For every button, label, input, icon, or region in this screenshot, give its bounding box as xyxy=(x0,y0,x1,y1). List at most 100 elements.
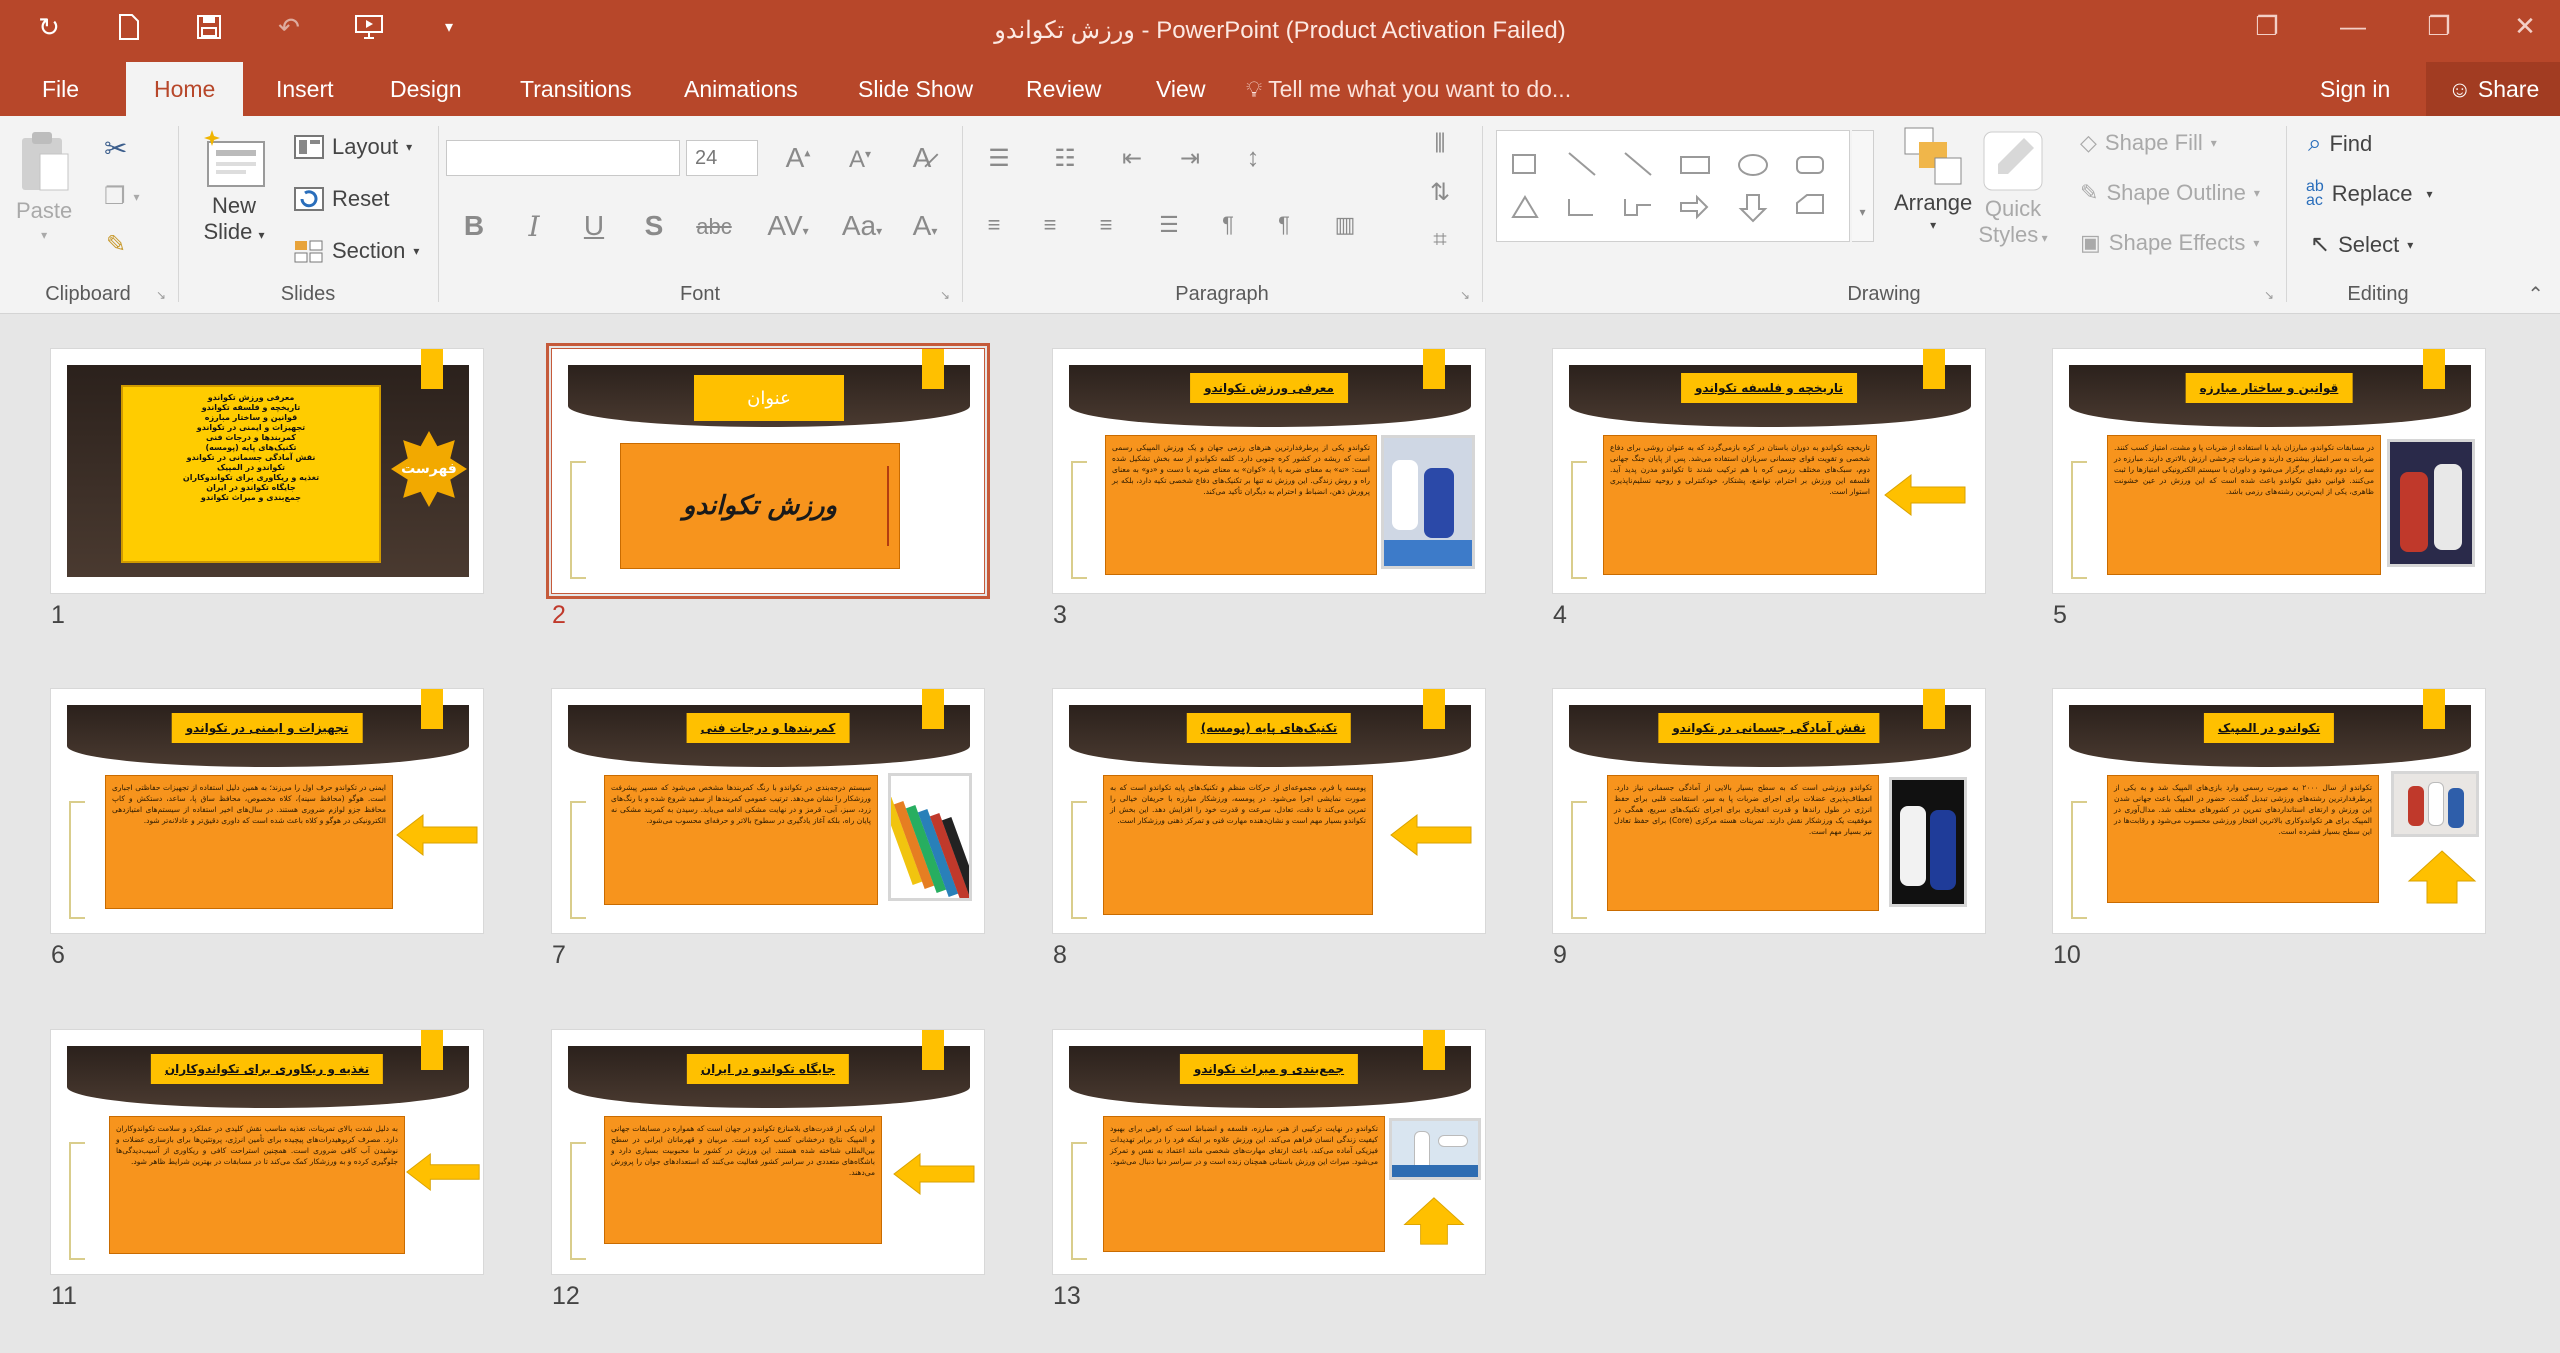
layout-button[interactable]: Layout ▾ xyxy=(294,134,412,160)
slide-thumbnail-9[interactable]: نقش آمادگی جسمانی در تکواندو تکواندو ورز… xyxy=(1552,688,1986,969)
clear-formatting-icon[interactable]: A̷ xyxy=(902,142,942,174)
convert-smartart-icon[interactable]: ⌗ xyxy=(1418,226,1462,254)
cut-icon[interactable]: ✂ xyxy=(104,132,127,165)
slide-thumbnail-4[interactable]: تاریخچه و فلسفه تکواندو تاریخچه تکواندو … xyxy=(1552,348,1986,629)
bullets-icon[interactable]: ☰ xyxy=(974,144,1024,173)
paragraph-launcher-icon[interactable]: ↘ xyxy=(1460,288,1470,302)
reset-button[interactable]: Reset xyxy=(294,186,389,212)
copy-icon[interactable]: ❐ ▾ xyxy=(104,182,140,211)
shape-effects-button[interactable]: ▣ Shape Effects ▾ xyxy=(2080,230,2259,256)
drawing-group: ▾ Arrange ▾ Quick Styles ▾ ◇ Shape Fill ▾ … xyxy=(1484,116,2284,314)
sign-in-link[interactable]: Sign in xyxy=(2320,62,2390,116)
slide-thumbnail-5[interactable]: قوانین و ساختار مبارزه در مسابقات تکواند… xyxy=(2052,348,2486,629)
shape-effects-label: Shape Effects xyxy=(2108,230,2246,255)
clipboard-launcher-icon[interactable]: ↘ xyxy=(156,288,166,302)
change-case-icon[interactable]: Aa▾ xyxy=(832,210,892,242)
italic-icon[interactable]: I xyxy=(514,210,554,243)
slide-thumbnail-6[interactable]: تجهیزات و ایمنی در تکواندو ایمنی در تکوا… xyxy=(50,688,484,969)
arrange-button[interactable]: Arrange ▾ xyxy=(1894,126,1972,232)
tab-review[interactable]: Review xyxy=(998,62,1129,116)
new-slide-label-1: New xyxy=(211,193,256,218)
slide-thumbnail-10[interactable]: تکواندو در المپیک تکواندو از سال ۲۰۰۰ به… xyxy=(2052,688,2486,969)
strikethrough-icon[interactable]: abc xyxy=(694,214,734,240)
slide-body: تکواندو یکی از پرطرفدارترین هنرهای رزمی … xyxy=(1105,435,1377,575)
font-color-icon[interactable]: A▾ xyxy=(900,210,950,242)
align-text-icon[interactable]: ⇅ xyxy=(1418,178,1462,207)
slide-thumbnail-12[interactable]: جایگاه تکواندو در ایران ایران یکی از قدر… xyxy=(551,1029,985,1310)
restore-icon[interactable]: ❐ xyxy=(2424,8,2454,44)
taekwondo-photo xyxy=(1389,1118,1481,1180)
decrease-font-size-icon[interactable]: A▾ xyxy=(840,146,880,174)
shape-outline-button[interactable]: ✎ Shape Outline ▾ xyxy=(2080,180,2260,206)
toc-item: تغذیه و ریکاوری برای تکواندوکاران xyxy=(182,473,320,482)
ribbon-display-options-icon[interactable]: ❐ xyxy=(2252,8,2282,44)
share-button[interactable]: ☺ Share xyxy=(2426,62,2560,116)
slide-title: تجهیزات و ایمنی در تکواندو xyxy=(171,713,363,743)
text-direction-icon[interactable]: ⫴ xyxy=(1418,128,1462,160)
shapes-gallery-more-icon[interactable]: ▾ xyxy=(1852,130,1874,242)
shapes-gallery[interactable] xyxy=(1496,130,1850,242)
collapse-ribbon-icon[interactable]: ⌃ xyxy=(2527,282,2544,307)
numbering-icon[interactable]: ☷ xyxy=(1040,144,1090,173)
character-spacing-icon[interactable]: AV▾ xyxy=(758,210,818,242)
tab-animations[interactable]: Animations xyxy=(656,62,826,116)
arrow-left-icon xyxy=(406,1152,480,1192)
decrease-indent-icon[interactable]: ⇤ xyxy=(1110,144,1154,173)
font-launcher-icon[interactable]: ↘ xyxy=(940,288,950,302)
select-button[interactable]: ↖ Select ▾ xyxy=(2310,230,2413,259)
slide-thumbnail-2[interactable]: عنوان ورزش تکواندو 2 xyxy=(546,343,990,629)
slide-thumbnail-1[interactable]: معرفی ورزش تکواندو تاریخچه و فلسفه تکوان… xyxy=(50,348,484,629)
tab-view[interactable]: View xyxy=(1128,62,1233,116)
slide-number: 12 xyxy=(552,1282,580,1310)
align-right-icon[interactable]: ≡ xyxy=(1086,212,1126,238)
slide-thumbnail-8[interactable]: تکنیک‌های پایه (پومسه) پومسه یا فرم، مجم… xyxy=(1052,688,1486,969)
drawing-label: Drawing xyxy=(1847,283,1921,305)
align-center-icon[interactable]: ≡ xyxy=(1030,212,1070,238)
shape-fill-button[interactable]: ◇ Shape Fill ▾ xyxy=(2080,130,2217,156)
paragraph-group: ☰ ☷ ⇤ ⇥ ↕ ⫴ ⇅ ⌗ ≡ ≡ ≡ ☰ ¶ ¶ ▥ Paragraph … xyxy=(964,116,1480,314)
slide-body: تکواندو از سال ۲۰۰۰ به صورت رسمی وارد با… xyxy=(2107,775,2379,903)
drawing-launcher-icon[interactable]: ↘ xyxy=(2264,288,2274,302)
font-size-box[interactable]: 24 xyxy=(686,140,758,176)
toc-item: نقش آمادگی جسمانی در تکواندو xyxy=(186,453,316,462)
slide-thumbnail-13[interactable]: جمع‌بندی و میراث تکواندو تکواندو در نهای… xyxy=(1052,1029,1486,1310)
toc-item: تجهیزات و ایمنی در تکواندو xyxy=(196,423,306,432)
tab-home[interactable]: Home xyxy=(126,62,244,116)
tab-transitions[interactable]: Transitions xyxy=(492,62,660,116)
align-left-icon[interactable]: ≡ xyxy=(974,212,1014,238)
underline-icon[interactable]: U xyxy=(574,210,614,242)
tab-file[interactable]: File xyxy=(14,62,107,116)
minimize-icon[interactable]: — xyxy=(2338,8,2368,44)
format-painter-icon[interactable]: ✎ xyxy=(106,230,126,259)
section-button[interactable]: Section ▾ xyxy=(294,238,419,264)
right-to-left-icon[interactable]: ¶ xyxy=(1264,212,1304,238)
quick-styles-label-1: Quick xyxy=(1984,196,2042,221)
slide-body: پومسه یا فرم، مجموعه‌ای از حرکات منظم و … xyxy=(1103,775,1373,915)
slide-body: تکواندو ورزشی است که به سطح بسیار بالایی… xyxy=(1607,775,1879,911)
text-shadow-icon[interactable]: S xyxy=(634,210,674,242)
line-spacing-icon[interactable]: ↕ xyxy=(1228,142,1278,173)
person-icon: ☺ xyxy=(2448,76,2472,102)
bold-icon[interactable]: B xyxy=(454,210,494,242)
slide-thumbnail-3[interactable]: معرفی ورزش تکواندو تکواندو یکی از پرطرفد… xyxy=(1052,348,1486,629)
left-to-right-icon[interactable]: ¶ xyxy=(1208,212,1248,238)
font-name-box[interactable] xyxy=(446,140,680,176)
find-button[interactable]: ⌕ Find xyxy=(2308,130,2372,158)
paste-button[interactable]: Paste ▾ xyxy=(16,130,72,242)
clipboard-icon xyxy=(16,130,72,194)
increase-indent-icon[interactable]: ⇥ xyxy=(1168,144,1212,173)
tab-slide-show[interactable]: Slide Show xyxy=(830,62,1001,116)
slide-number: 8 xyxy=(1053,941,1067,969)
tab-insert[interactable]: Insert xyxy=(248,62,362,116)
tell-me-box[interactable]: 💡︎ Tell me what you want to do... xyxy=(1246,62,1571,116)
close-icon[interactable]: ✕ xyxy=(2510,8,2540,44)
increase-font-size-icon[interactable]: A▴ xyxy=(778,142,818,174)
columns-icon[interactable]: ▥ xyxy=(1320,212,1370,238)
slide-thumbnail-11[interactable]: تغذیه و ریکاوری برای تکواندوکاران به دلی… xyxy=(50,1029,484,1310)
replace-button[interactable]: ab ac Replace ▾ xyxy=(2306,179,2433,209)
new-slide-button[interactable]: New Slide ▾ xyxy=(198,128,270,247)
justify-icon[interactable]: ☰ xyxy=(1144,212,1194,238)
quick-styles-button[interactable]: Quick Styles ▾ xyxy=(1978,126,2048,251)
tab-design[interactable]: Design xyxy=(362,62,490,116)
slide-thumbnail-7[interactable]: کمربندها و درجات فنی سیستم درجه‌بندی در … xyxy=(551,688,985,969)
